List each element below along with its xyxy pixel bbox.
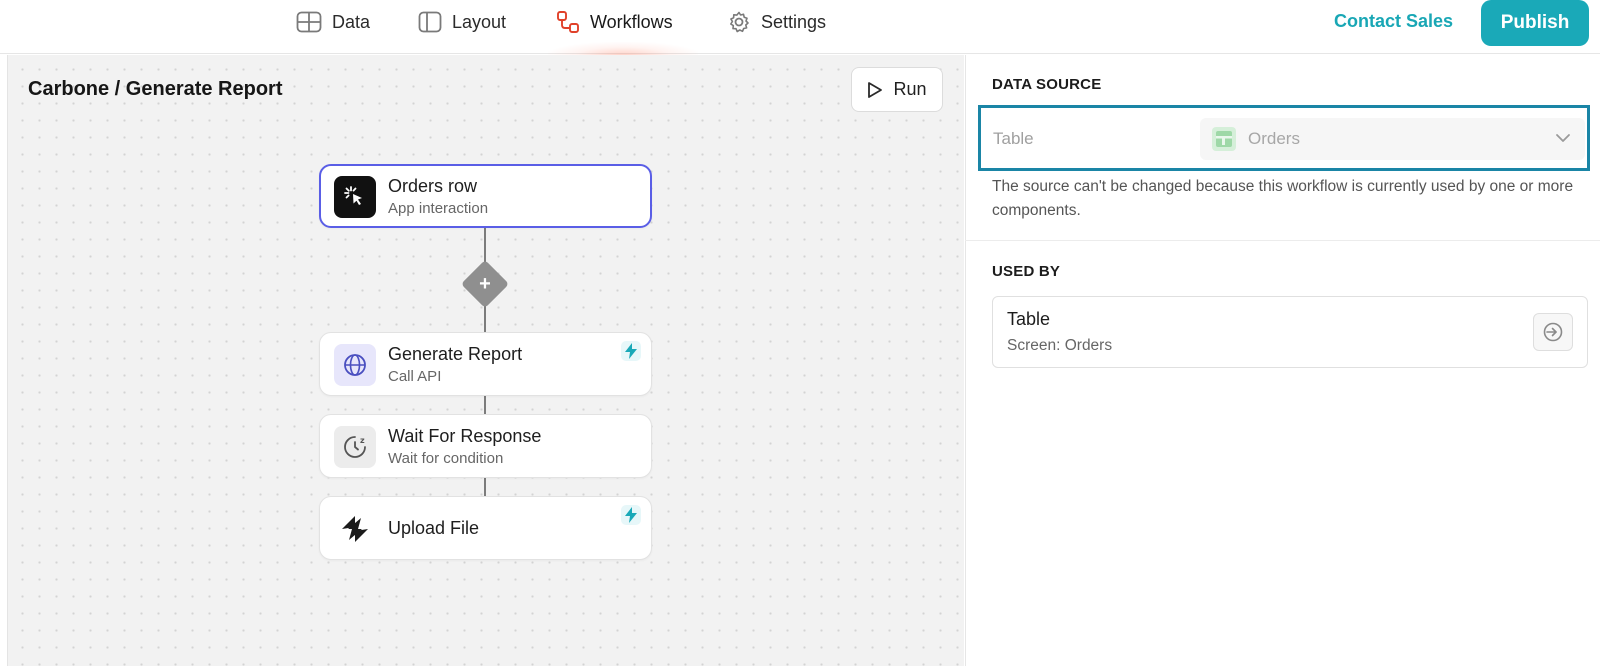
data-source-field: Table Orders <box>978 105 1590 171</box>
enter-icon <box>1543 322 1563 342</box>
section-divider <box>965 240 1600 241</box>
bolt-icon <box>621 341 641 361</box>
node-subtitle: Call API <box>388 368 442 385</box>
data-source-heading: DATA SOURCE <box>992 76 1102 93</box>
node-title: Generate Report <box>388 344 523 364</box>
add-step-button[interactable]: + <box>460 259 510 309</box>
used-by-component-name: Table <box>1007 309 1051 329</box>
publish-button[interactable]: Publish <box>1481 0 1589 46</box>
workflow-icon <box>557 11 579 33</box>
data-source-note: The source can't be changed because this… <box>992 178 1574 219</box>
top-bar: Data Layout Workflows Settings Contact S… <box>0 0 1600 56</box>
connector-line <box>484 396 486 414</box>
run-button-label: Run <box>893 79 927 99</box>
data-source-select[interactable]: Orders <box>1200 118 1585 160</box>
layout-icon <box>418 11 442 33</box>
play-icon <box>868 81 883 98</box>
used-by-item[interactable]: Table Screen: Orders <box>992 296 1588 368</box>
node-title: Upload File <box>388 518 480 538</box>
node-title: Orders row <box>388 176 478 196</box>
workflow-node-wait-for-response[interactable]: z Wait For Response Wait for condition <box>319 414 652 478</box>
gear-icon <box>730 11 749 33</box>
node-subtitle: Wait for condition <box>388 450 504 467</box>
globe-icon <box>334 344 376 386</box>
zap-logo-icon <box>334 508 376 550</box>
workflow-node-upload-file[interactable]: Upload File <box>319 496 652 560</box>
nav-tab-settings[interactable]: Settings <box>727 0 826 44</box>
svg-text:z: z <box>360 436 365 445</box>
nav-tab-workflows[interactable]: Workflows <box>556 0 673 44</box>
contact-sales-link[interactable]: Contact Sales <box>1334 11 1453 32</box>
sheet-table-icon <box>1212 127 1236 151</box>
nav-tab-data-label: Data <box>332 11 371 32</box>
cursor-click-icon <box>334 176 376 218</box>
active-tab-indicator <box>548 42 698 56</box>
node-subtitle: App interaction <box>388 200 489 217</box>
bolt-icon <box>621 505 641 525</box>
run-button[interactable]: Run <box>851 67 943 112</box>
used-by-heading: USED BY <box>992 263 1061 280</box>
data-source-label: Table <box>993 129 1034 148</box>
workflow-node-generate-report[interactable]: Generate Report Call API <box>319 332 652 396</box>
used-by-screen: Screen: Orders <box>1007 337 1113 354</box>
table-icon <box>296 11 322 33</box>
nav-tab-data[interactable]: Data <box>296 0 370 44</box>
workflow-title: Carbone / Generate Report <box>28 78 283 100</box>
plus-icon: + <box>479 272 491 295</box>
nav-tab-workflows-label: Workflows <box>590 11 673 32</box>
nav-tab-layout-label: Layout <box>452 11 507 32</box>
go-to-component-button[interactable] <box>1533 313 1573 351</box>
nav-tab-settings-label: Settings <box>761 11 827 32</box>
node-title: Wait For Response <box>388 426 542 446</box>
nav-tab-layout[interactable]: Layout <box>418 0 506 44</box>
connector-line <box>484 478 486 496</box>
workflow-node-trigger[interactable]: Orders row App interaction <box>319 164 652 228</box>
timer-icon: z <box>334 426 376 468</box>
chevron-down-icon <box>1556 134 1570 142</box>
data-source-value: Orders <box>1248 129 1300 148</box>
